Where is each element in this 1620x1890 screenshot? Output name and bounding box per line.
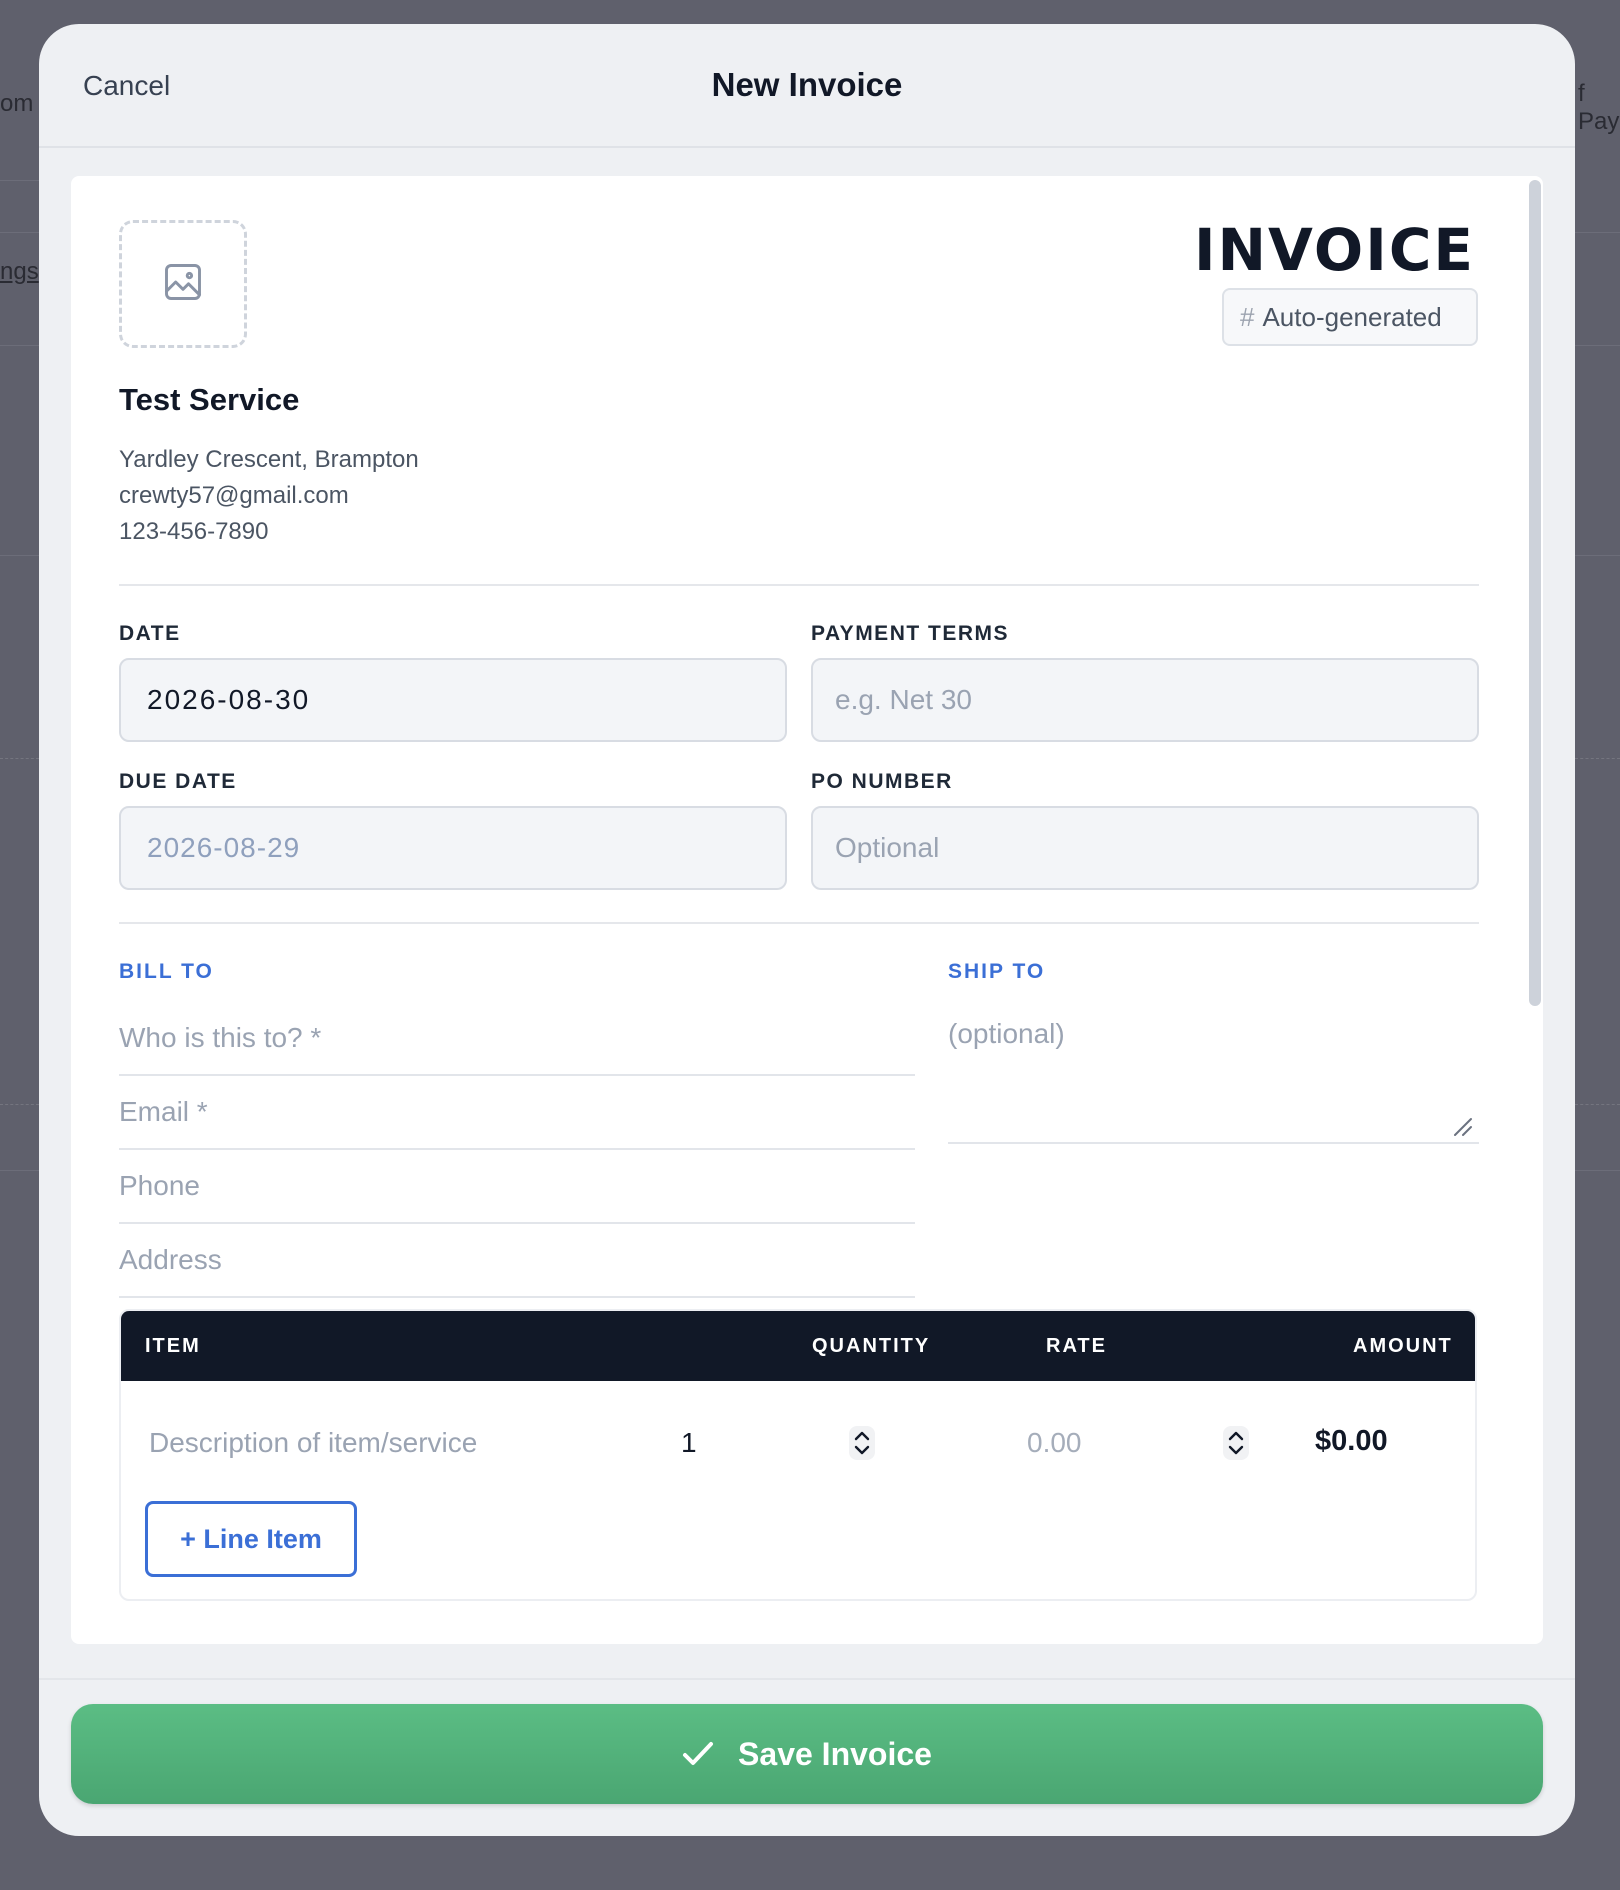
background-divider [1575,758,1620,759]
bill-to-label: BILL TO [119,960,214,983]
bill-to-name-input[interactable]: Who is this to? * [119,1002,915,1076]
business-email: crewty57@gmail.com [119,482,349,509]
hash-icon: # [1240,301,1255,332]
image-icon [161,260,205,309]
modal-header: Cancel New Invoice [39,24,1575,148]
save-invoice-label: Save Invoice [738,1735,932,1772]
background-divider [1575,555,1620,556]
table-header: ITEM QUANTITY RATE AMOUNT [121,1311,1475,1381]
background-divider [1575,232,1620,233]
new-invoice-modal: Cancel New Invoice INVOICE # Auto-genera… [39,24,1575,1836]
payment-terms-input[interactable]: e.g. Net 30 [811,658,1479,742]
item-description-input[interactable]: Description of item/service [149,1427,477,1459]
add-line-item-button[interactable]: + Line Item [145,1501,357,1577]
invoice-number-value: Auto-generated [1262,301,1442,332]
ship-to-label: SHIP TO [948,960,1046,983]
invoice-number-field[interactable]: # Auto-generated [1222,288,1478,346]
item-quantity-input[interactable]: 1 [681,1427,697,1459]
rate-stepper-icon[interactable] [1222,1425,1250,1461]
resize-grip-icon[interactable] [1451,1112,1473,1136]
date-input[interactable]: 2026-08-30 [119,658,787,742]
invoice-sheet: INVOICE # Auto-generated Test Service Ya… [71,176,1543,1644]
background-divider [0,345,39,346]
item-rate-input[interactable]: 0.00 [1027,1427,1082,1459]
scrollbar[interactable] [1529,180,1543,1638]
background-divider [0,180,39,181]
line-items-table: ITEM QUANTITY RATE AMOUNT Description of… [119,1309,1477,1601]
item-amount: $0.00 [1315,1425,1388,1457]
background-text: f Pay [1578,80,1620,135]
business-phone: 123-456-7890 [119,518,269,545]
due-date-input[interactable]: 2026-08-29 [119,806,787,890]
logo-upload[interactable] [119,220,247,348]
column-header-rate: RATE [1046,1335,1107,1357]
background-divider [0,232,39,233]
ship-to-textarea[interactable]: (optional) [948,994,1479,1144]
section-divider [119,922,1479,924]
business-name: Test Service [119,382,300,417]
column-header-item: ITEM [145,1335,201,1357]
section-divider [119,584,1479,586]
column-header-amount: AMOUNT [1353,1335,1453,1357]
payment-terms-label: PAYMENT TERMS [811,622,1010,645]
footer-divider [39,1678,1575,1680]
business-address: Yardley Crescent, Brampton [119,446,419,473]
background-divider [1575,345,1620,346]
scrollbar-thumb[interactable] [1529,180,1541,1006]
save-invoice-button[interactable]: Save Invoice [71,1704,1543,1804]
po-number-input[interactable]: Optional [811,806,1479,890]
check-icon [682,1740,714,1768]
bill-to-address-input[interactable]: Address [119,1224,915,1298]
po-number-label: PO NUMBER [811,770,953,793]
background-link: ngs [0,258,39,285]
date-label: DATE [119,622,181,645]
due-date-label: DUE DATE [119,770,237,793]
ship-to-placeholder: (optional) [948,1018,1065,1049]
bill-to-phone-input[interactable]: Phone [119,1150,915,1224]
background-divider [0,555,39,556]
quantity-stepper-icon[interactable] [848,1425,876,1461]
background-divider [1575,1104,1620,1105]
background-divider [0,758,39,759]
column-header-quantity: QUANTITY [812,1335,931,1357]
invoice-heading: INVOICE [1193,216,1475,284]
modal-title: New Invoice [711,66,903,103]
background-divider [1575,1170,1620,1171]
background-divider [0,1170,39,1171]
bill-to-email-input[interactable]: Email * [119,1076,915,1150]
background-divider [0,1104,39,1105]
